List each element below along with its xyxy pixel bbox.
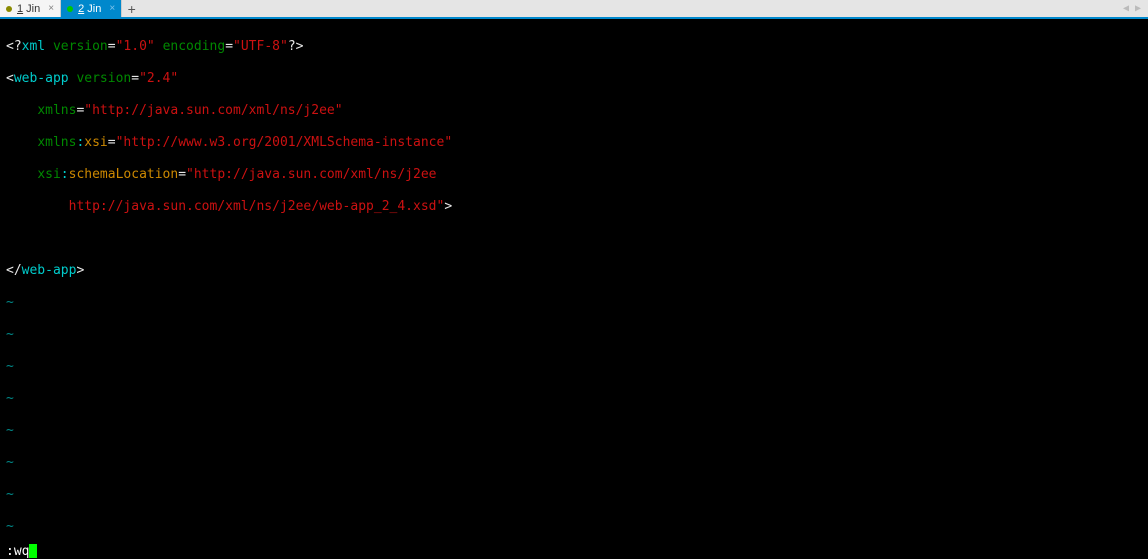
- empty-line-marker: ~: [6, 359, 1142, 375]
- tab-2[interactable]: 2 Jin ×: [61, 0, 122, 17]
- code-line: </web-app>: [6, 263, 1142, 279]
- code-line: <?xml version="1.0" encoding="UTF-8"?>: [6, 39, 1142, 55]
- tab-modified-dot: [67, 6, 73, 12]
- code-line: [6, 231, 1142, 247]
- empty-line-marker: ~: [6, 391, 1142, 407]
- code-line: xmlns:xsi="http://www.w3.org/2001/XMLSch…: [6, 135, 1142, 151]
- empty-line-marker: ~: [6, 295, 1142, 311]
- nav-right-icon[interactable]: ▶: [1132, 3, 1144, 14]
- new-tab-button[interactable]: +: [122, 1, 141, 17]
- tab-modified-dot: [6, 6, 12, 12]
- close-icon[interactable]: ×: [48, 3, 54, 14]
- tab-bar: 1 Jin × 2 Jin × + ◀ ▶: [0, 0, 1148, 19]
- empty-line-marker: ~: [6, 327, 1142, 343]
- empty-line-marker: ~: [6, 423, 1142, 439]
- code-line: http://java.sun.com/xml/ns/j2ee/web-app_…: [6, 199, 1142, 215]
- tab-label: 1 Jin: [17, 3, 40, 15]
- empty-line-marker: ~: [6, 487, 1142, 503]
- command-line[interactable]: :wq: [0, 543, 1148, 559]
- tab-label: 2 Jin: [78, 3, 101, 15]
- empty-line-marker: ~: [6, 455, 1142, 471]
- nav-left-icon[interactable]: ◀: [1120, 3, 1132, 14]
- empty-line-marker: ~: [6, 519, 1142, 535]
- command-text: :wq: [6, 544, 29, 559]
- close-icon[interactable]: ×: [109, 3, 115, 14]
- tab-navigation: ◀ ▶: [1120, 3, 1148, 14]
- tab-1[interactable]: 1 Jin ×: [0, 0, 61, 17]
- cursor: [29, 544, 37, 558]
- code-line: xmlns="http://java.sun.com/xml/ns/j2ee": [6, 103, 1142, 119]
- editor-area[interactable]: <?xml version="1.0" encoding="UTF-8"?> <…: [0, 19, 1148, 543]
- code-line: <web-app version="2.4": [6, 71, 1142, 87]
- code-line: xsi:schemaLocation="http://java.sun.com/…: [6, 167, 1142, 183]
